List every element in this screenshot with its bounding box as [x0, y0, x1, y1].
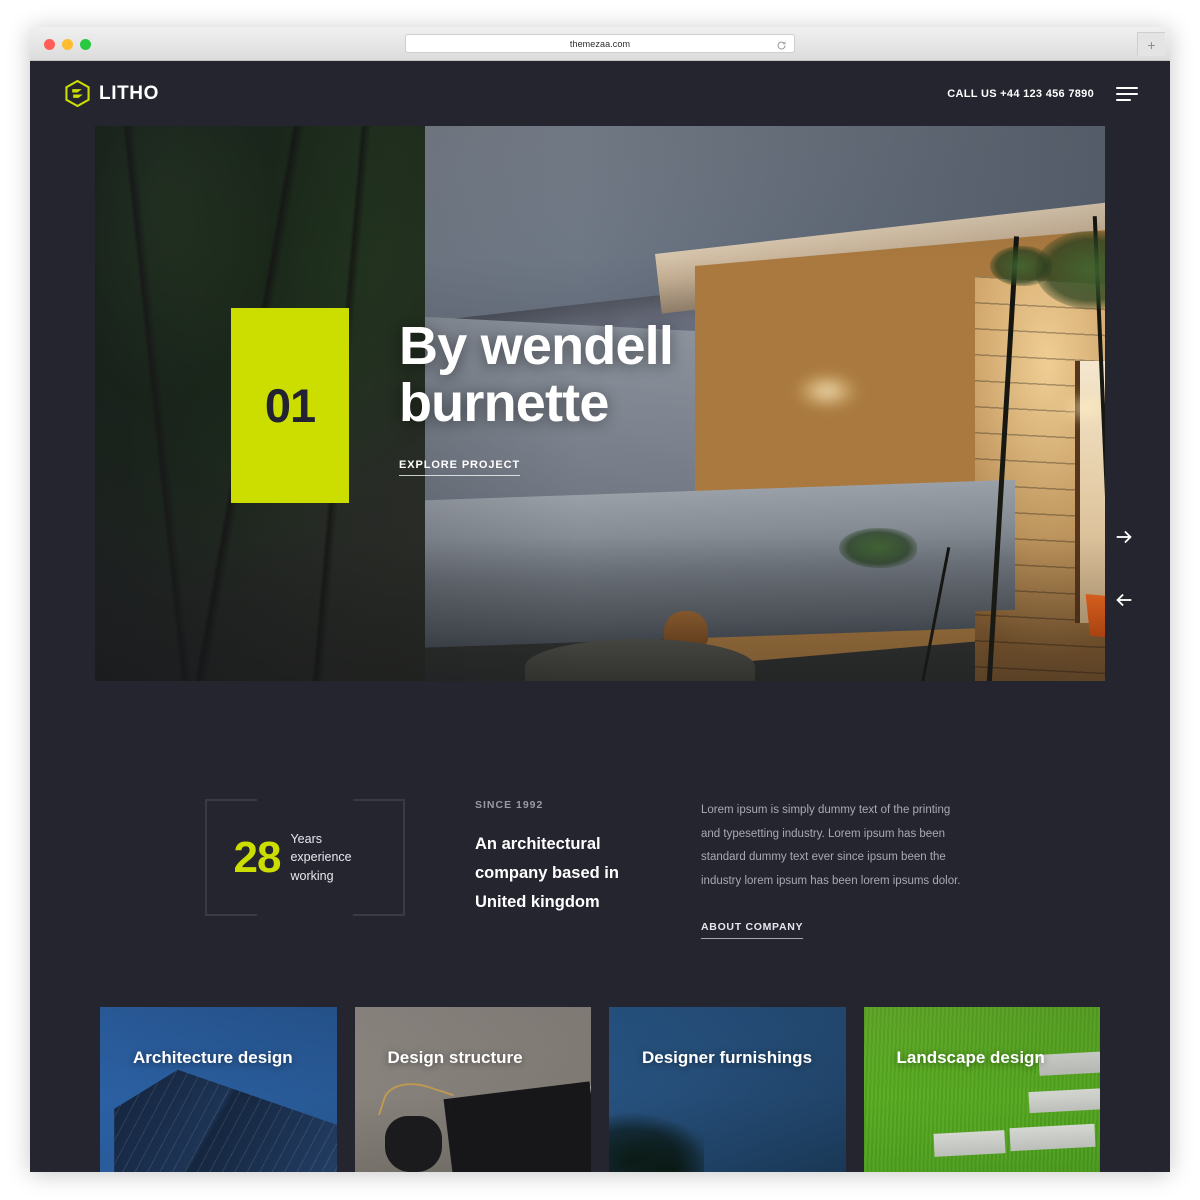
hero-title-line-2: burnette — [399, 373, 609, 434]
card-overlay — [354, 1007, 591, 1172]
about-paragraph: Lorem ipsum is simply dummy text of the … — [701, 804, 961, 887]
frame-corner — [205, 882, 257, 916]
window-traffic-lights — [44, 39, 91, 50]
card-title: Design structure — [387, 1048, 523, 1067]
header-right-group: CALL US +44 123 456 7890 — [947, 86, 1138, 101]
stat-number: 28 — [233, 832, 282, 882]
frame-corner — [205, 799, 257, 833]
card-title: Landscape design — [896, 1048, 1045, 1067]
service-card-design-structure[interactable]: Design structure — [354, 1007, 591, 1172]
card-overlay — [863, 1007, 1100, 1172]
card-title: Architecture design — [133, 1048, 293, 1067]
call-us-text[interactable]: CALL US +44 123 456 7890 — [947, 88, 1094, 100]
card-overlay — [609, 1007, 846, 1172]
reload-icon[interactable] — [776, 38, 787, 50]
close-window-button[interactable] — [44, 39, 55, 50]
litho-hexagon-logo-icon — [65, 79, 90, 108]
minimize-window-button[interactable] — [62, 39, 73, 50]
card-overlay — [100, 1007, 337, 1172]
hero-title-line-1: By wendell — [399, 316, 674, 376]
arrow-right-icon[interactable] — [1111, 524, 1137, 550]
hero-slider-nav — [1111, 524, 1137, 613]
stat-label: Years experience working — [290, 832, 352, 883]
frame-corner — [353, 882, 405, 916]
experience-stat: 28 Years experience working — [234, 830, 377, 884]
hero-title: By wendell burnette — [399, 316, 674, 434]
experience-stat-frame: 28 Years experience working — [205, 799, 405, 916]
hamburger-menu-icon[interactable] — [1116, 86, 1138, 101]
browser-chrome-bar: themezaa.com + — [30, 27, 1170, 61]
about-heading: An architectural company based in United… — [475, 835, 619, 911]
slide-number-badge: 01 — [231, 308, 349, 503]
address-bar[interactable]: themezaa.com — [405, 34, 795, 53]
maximize-window-button[interactable] — [80, 39, 91, 50]
service-card-architecture-design[interactable]: Architecture design — [100, 1007, 337, 1172]
arrow-left-icon[interactable] — [1111, 587, 1137, 613]
since-label: SINCE 1992 — [475, 799, 544, 811]
hero-slider: 01 By wendell burnette EXPLORE PROJECT — [95, 126, 1135, 681]
hero-caption-text: By wendell burnette EXPLORE PROJECT — [399, 308, 674, 477]
about-heading-block: SINCE 1992 An architectural company base… — [475, 799, 645, 917]
about-company-link[interactable]: ABOUT COMPANY — [701, 921, 804, 940]
explore-project-link[interactable]: EXPLORE PROJECT — [399, 459, 521, 477]
site-header: LITHO CALL US +44 123 456 7890 — [30, 61, 1170, 126]
service-card-designer-furnishings[interactable]: Designer furnishings — [609, 1007, 846, 1172]
page-root: LITHO CALL US +44 123 456 7890 01 By wen… — [30, 61, 1170, 1172]
new-tab-button[interactable]: + — [1137, 32, 1165, 56]
address-bar-url: themezaa.com — [569, 38, 631, 49]
browser-window: themezaa.com + LITHO CALL US +44 123 456… — [30, 27, 1170, 1172]
brand-name: LITHO — [99, 82, 159, 104]
brand-logo[interactable]: LITHO — [65, 79, 159, 108]
about-text-block: Lorem ipsum is simply dummy text of the … — [701, 799, 963, 940]
service-cards: Architecture design Design structure Des… — [100, 1007, 1100, 1172]
frame-corner — [353, 799, 405, 833]
about-section: 28 Years experience working SINCE 1992 A… — [205, 681, 1100, 940]
hero-caption: 01 By wendell burnette EXPLORE PROJECT — [231, 308, 674, 503]
card-title: Designer furnishings — [642, 1048, 813, 1067]
service-card-landscape-design[interactable]: Landscape design — [863, 1007, 1100, 1172]
